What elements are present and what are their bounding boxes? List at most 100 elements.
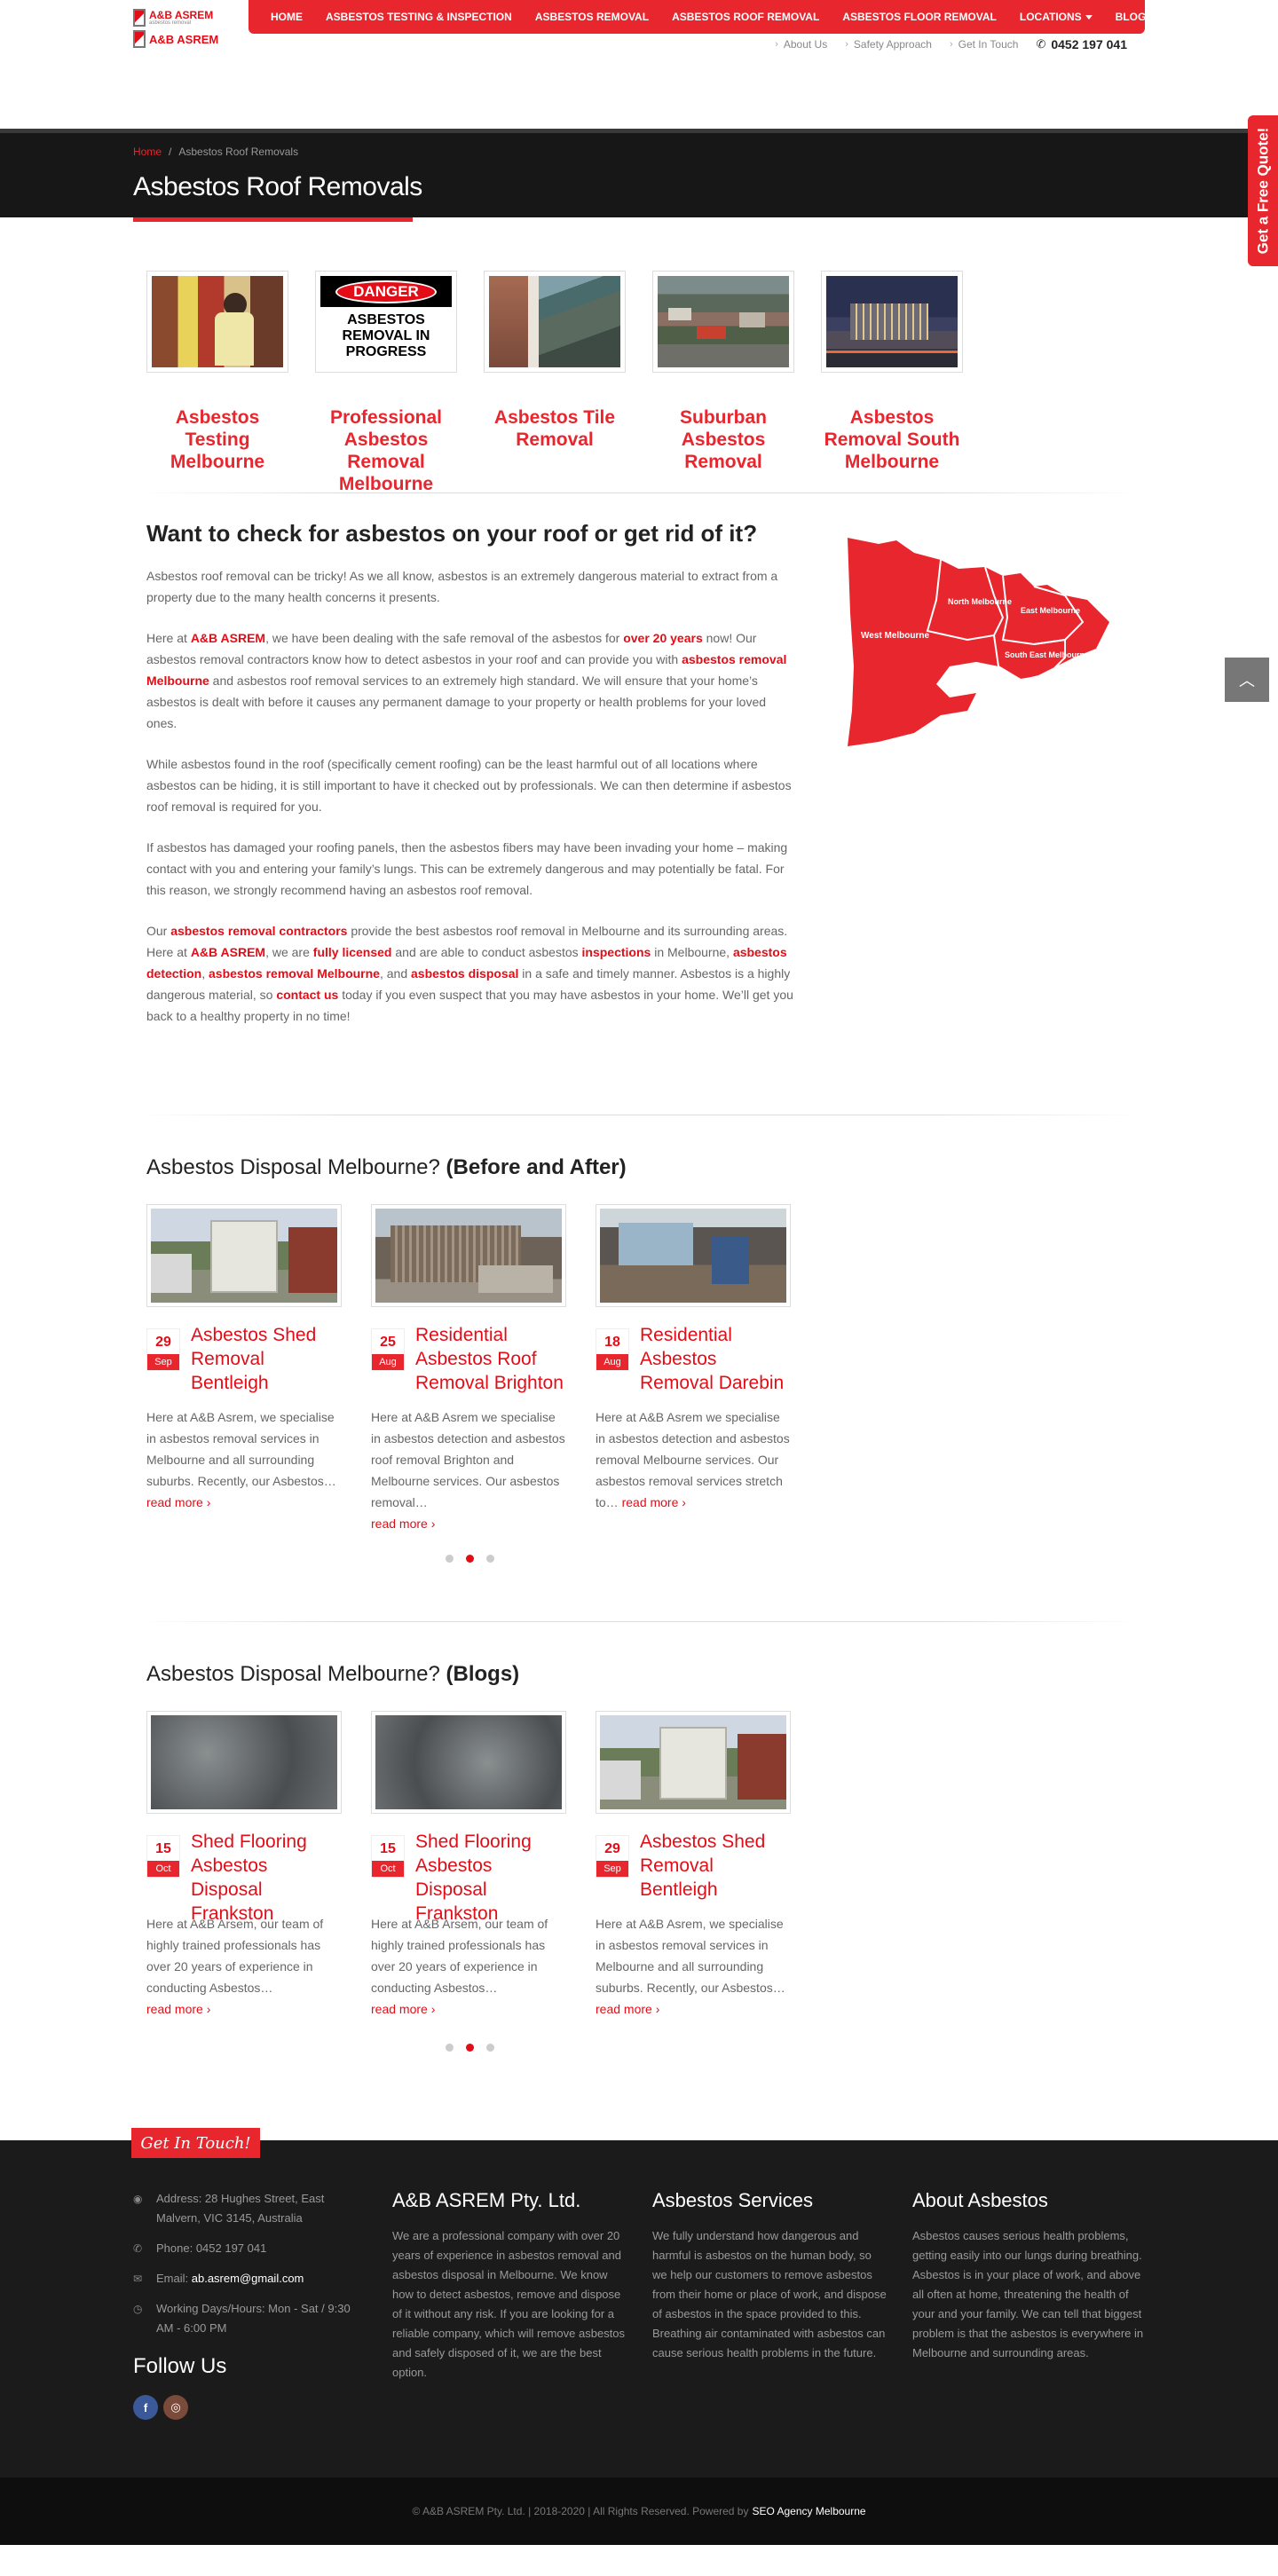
text-run: , xyxy=(201,966,209,981)
post-card[interactable]: 18 Aug Residential Asbestos Removal Dareb… xyxy=(596,1204,791,1524)
post-image xyxy=(596,1711,791,1814)
inspections-link[interactable]: inspections xyxy=(582,945,651,959)
text-run: Here at xyxy=(146,631,191,645)
social-links: f ◎ xyxy=(133,2395,355,2420)
nav-floor-removal[interactable]: ASBESTOS FLOOR REMOVAL xyxy=(831,11,1008,23)
text-run: Our xyxy=(146,924,171,938)
breadcrumb-home[interactable]: Home xyxy=(133,146,162,158)
read-more-link[interactable]: read more › xyxy=(146,1495,210,1509)
read-more-link[interactable]: read more › xyxy=(596,2002,659,2016)
footer-services-column: Asbestos Services We fully understand ho… xyxy=(652,2189,888,2363)
post-month: Oct xyxy=(372,1861,404,1877)
carousel-dot[interactable] xyxy=(466,2044,474,2052)
post-date: 29 Sep xyxy=(596,1835,629,1878)
post-month: Aug xyxy=(596,1354,628,1370)
topbar-about-link[interactable]: › About Us xyxy=(775,38,827,51)
contact-us-link[interactable]: contact us xyxy=(276,988,338,1002)
post-month: Sep xyxy=(147,1354,179,1370)
nav-blog[interactable]: BLOG xyxy=(1104,11,1158,23)
danger-sign: DANGER ASBESTOS REMOVAL IN PROGRESS xyxy=(320,276,452,367)
licensed-link[interactable]: fully licensed xyxy=(313,945,392,959)
topbar-phone-link[interactable]: ✆ 0452 197 041 xyxy=(1036,37,1127,51)
map-label-southeast: South East Melbourne xyxy=(1005,650,1089,659)
melbourne-map: West Melbourne North Melbourne East Melb… xyxy=(848,538,1109,746)
nav-asbestos-removal[interactable]: ASBESTOS REMOVAL xyxy=(524,11,660,23)
nav-testing-inspection[interactable]: ASBESTOS TESTING & INSPECTION xyxy=(314,11,524,23)
post-title[interactable]: Shed Flooring Asbestos Disposal Franksto… xyxy=(415,1830,566,1926)
excerpt-text: Here at A&B Asrem, we specialise in asbe… xyxy=(146,1410,336,1488)
excerpt-text: Here at A&B Arsem, our team of highly tr… xyxy=(146,1917,324,1995)
service-card[interactable]: DANGER ASBESTOS REMOVAL IN PROGRESS Prof… xyxy=(315,271,457,495)
nav-home[interactable]: HOME xyxy=(259,11,314,23)
asbestos-removal-link[interactable]: asbestos removal Melbourne xyxy=(209,966,380,981)
clock-icon: ◷ xyxy=(133,2303,143,2315)
disposal-link[interactable]: asbestos disposal xyxy=(411,966,518,981)
facebook-icon[interactable]: f xyxy=(133,2395,158,2420)
powered-by-link[interactable]: SEO Agency Melbourne xyxy=(752,2505,865,2517)
email-link[interactable]: ab.asrem@gmail.com xyxy=(192,2272,304,2285)
map-label-west: West Melbourne xyxy=(861,631,929,641)
map-label-north: North Melbourne xyxy=(948,597,1012,606)
company-link[interactable]: A&B ASREM xyxy=(191,631,265,645)
before-after-section: Asbestos Disposal Melbourne? (Before and… xyxy=(0,1115,1278,1621)
text-run: and asbestos roof removal services to an… xyxy=(146,674,767,730)
nav-roof-removal[interactable]: ASBESTOS ROOF REMOVAL xyxy=(660,11,831,23)
post-title[interactable]: Asbestos Shed Removal Bentleigh xyxy=(640,1830,791,1902)
post-month: Sep xyxy=(596,1861,628,1877)
logo[interactable]: A&B ASREM asbestos removal A&B ASREM xyxy=(133,7,222,50)
instagram-icon[interactable]: ◎ xyxy=(163,2395,188,2420)
hours-text: Working Days/Hours: Mon - Sat / 9:30 AM … xyxy=(156,2302,351,2335)
footer-about-column: About Asbestos Asbestos causes serious h… xyxy=(912,2189,1148,2363)
nav-locations-label: LOCATIONS xyxy=(1019,11,1082,23)
service-title: Suburban Asbestos Removal xyxy=(680,407,767,472)
site-header: A&B ASREM asbestos removal A&B ASREM HOME… xyxy=(0,0,1278,129)
post-title[interactable]: Residential Asbestos Removal Darebin xyxy=(640,1323,791,1395)
service-card[interactable]: Asbestos Testing Melbourne xyxy=(146,271,288,473)
post-card[interactable]: 25 Aug Residential Asbestos Roof Removal … xyxy=(371,1204,566,1531)
post-title[interactable]: Shed Flooring Asbestos Disposal Franksto… xyxy=(191,1830,342,1926)
read-more-link[interactable]: read more › xyxy=(371,1516,435,1531)
read-more-link[interactable]: read more › xyxy=(622,1495,686,1509)
carousel-dot[interactable] xyxy=(446,1555,454,1563)
nav-locations[interactable]: LOCATIONS xyxy=(1008,11,1104,23)
post-card[interactable]: 15 Oct Shed Flooring Asbestos Disposal Fr… xyxy=(371,1711,566,2030)
post-card[interactable]: 29 Sep Asbestos Shed Removal Bentleigh He… xyxy=(596,1711,791,2030)
company-link[interactable]: A&B ASREM xyxy=(191,945,265,959)
post-day: 15 xyxy=(380,1841,396,1856)
carousel-dot[interactable] xyxy=(466,1555,474,1563)
footer-email: ✉ Email: ab.asrem@gmail.com xyxy=(133,2269,355,2288)
read-more-link[interactable]: read more › xyxy=(371,2002,435,2016)
map-marker-icon: ◉ xyxy=(133,2193,143,2205)
caret-down-icon xyxy=(1085,15,1093,20)
heading-text: Asbestos Disposal Melbourne? xyxy=(146,1662,440,1686)
chevron-right-icon: › xyxy=(845,39,848,50)
contractors-link[interactable]: asbestos removal contractors xyxy=(170,924,347,938)
excerpt-text: Here at A&B Asrem, we specialise in asbe… xyxy=(596,1917,785,1995)
page-title-bar: Home / Asbestos Roof Removals Asbestos R… xyxy=(0,129,1278,222)
post-title[interactable]: Residential Asbestos Roof Removal Bright… xyxy=(415,1323,566,1395)
topbar-safety-link[interactable]: › Safety Approach xyxy=(845,38,932,51)
carousel-dot[interactable] xyxy=(446,2044,454,2052)
service-card[interactable]: Asbestos Removal South Melbourne xyxy=(821,271,963,473)
service-card[interactable]: Asbestos Tile Removal xyxy=(484,271,626,451)
post-card[interactable]: 15 Oct Shed Flooring Asbestos Disposal Fr… xyxy=(146,1711,342,2030)
get-in-touch-tab: Get In Touch! xyxy=(131,2128,260,2158)
footer-column-text: Asbestos causes serious health problems,… xyxy=(912,2229,1144,2359)
carousel-dot[interactable] xyxy=(486,2044,494,2052)
service-card[interactable]: Suburban Asbestos Removal xyxy=(652,271,794,473)
post-day: 15 xyxy=(155,1841,171,1856)
carousel-dot[interactable] xyxy=(486,1555,494,1563)
post-title[interactable]: Asbestos Shed Removal Bentleigh xyxy=(191,1323,342,1395)
service-title: Asbestos Testing Melbourne xyxy=(170,407,265,472)
back-to-top-button[interactable]: ︿ xyxy=(1225,658,1269,702)
post-card[interactable]: 29 Sep Asbestos Shed Removal Bentleigh He… xyxy=(146,1204,342,1524)
post-excerpt: Here at A&B Asrem, we specialise in asbe… xyxy=(146,1406,342,1513)
heading-text: Asbestos Disposal Melbourne? xyxy=(146,1155,440,1179)
heading-bold: (Blogs) xyxy=(446,1662,520,1686)
chevron-right-icon: › xyxy=(775,39,778,50)
topbar-contact-label: Get In Touch xyxy=(958,38,1019,51)
topbar-contact-link[interactable]: › Get In Touch xyxy=(950,38,1019,51)
service-title: Asbestos Tile Removal xyxy=(493,407,616,450)
read-more-link[interactable]: read more › xyxy=(146,2002,210,2016)
danger-sign-text: ASBESTOS REMOVAL IN PROGRESS xyxy=(342,312,430,359)
